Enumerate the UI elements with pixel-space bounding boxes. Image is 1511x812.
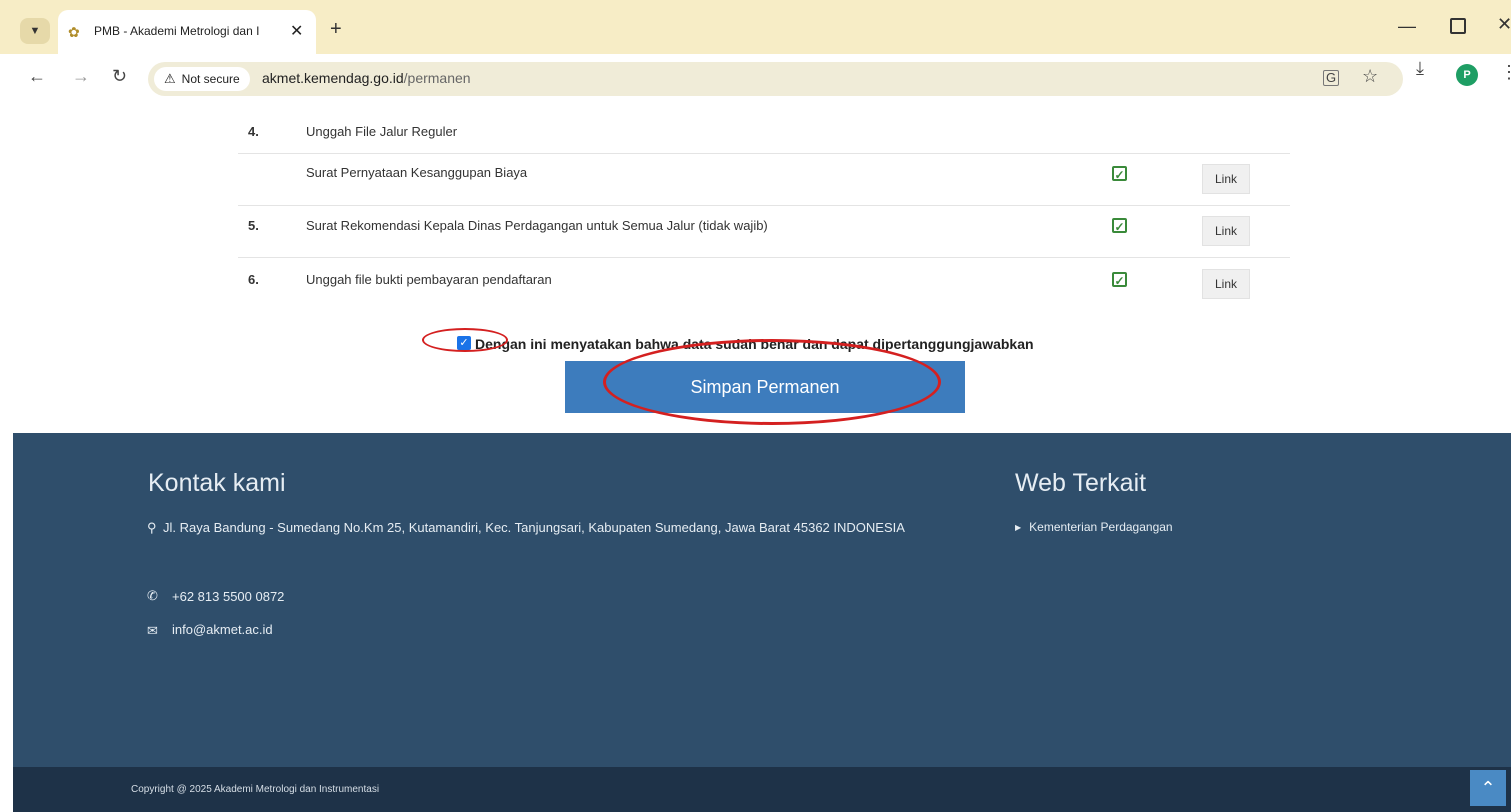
caret-right-icon: ▶ [1015, 523, 1022, 532]
security-label: Not secure [181, 72, 240, 86]
kebab-menu-icon[interactable]: ⋮ [1500, 62, 1511, 83]
table-row: Surat Pernyataan Kesanggupan Biaya ✓ Lin… [238, 153, 1290, 206]
warning-icon: ⚠ [164, 71, 176, 86]
checked-icon: ✓ [1112, 272, 1127, 288]
checked-icon: ✓ [1112, 166, 1127, 182]
address-bar[interactable]: ⚠ Not secure akmet.kemendag.go.id/perman… [148, 62, 1403, 96]
footer-address: Jl. Raya Bandung - Sumedang No.Km 25, Ku… [163, 520, 905, 535]
copyright-bar: Copyright @ 2025 Akademi Metrologi dan I… [13, 767, 1511, 812]
chevron-down-icon: ▼ [29, 25, 41, 37]
url-host: akmet.kemendag.go.id [262, 70, 404, 86]
table-row: 4. Unggah File Jalur Reguler [238, 110, 1290, 154]
footer-email[interactable]: info@akmet.ac.id [172, 622, 273, 637]
document-link-button[interactable]: Link [1202, 164, 1250, 194]
translate-icon[interactable]: G [1323, 70, 1340, 86]
tab-title: PMB - Akademi Metrologi dan I [94, 24, 260, 38]
minimize-icon[interactable]: — [1398, 16, 1416, 37]
new-tab-icon[interactable]: + [330, 18, 342, 41]
phone-icon: ✆ [147, 588, 158, 603]
table-row: 6. Unggah file bukti pembayaran pendafta… [238, 257, 1290, 309]
row-label: Unggah file bukti pembayaran pendaftaran [306, 272, 552, 287]
bookmark-star-icon[interactable]: ☆ [1362, 66, 1378, 87]
table-row: 5. Surat Rekomendasi Kepala Dinas Perdag… [238, 205, 1290, 258]
row-number: 6. [248, 272, 259, 287]
row-number: 5. [248, 218, 259, 233]
map-marker-icon: ⚲ [147, 520, 157, 535]
restore-icon[interactable] [1450, 18, 1466, 34]
row-number: 4. [248, 124, 259, 139]
download-icon[interactable]: ⤓ [1416, 58, 1424, 79]
document-link-button[interactable]: Link [1202, 216, 1250, 246]
row-label: Surat Pernyataan Kesanggupan Biaya [306, 165, 528, 180]
footer-link-label: Kementerian Perdagangan [1029, 520, 1173, 534]
web-terkait-heading: Web Terkait [1015, 469, 1147, 497]
footer-link-kementerian[interactable]: ▶ Kementerian Perdagangan [1015, 520, 1173, 534]
back-arrow-icon[interactable]: ← [28, 66, 46, 87]
tab-close-icon[interactable]: ✕ [290, 21, 303, 41]
contact-heading: Kontak kami [148, 469, 286, 497]
reload-icon[interactable]: ↻ [112, 66, 127, 87]
annotation-ellipse-button [603, 339, 941, 425]
scroll-to-top-button[interactable]: ⌃ [1470, 770, 1506, 806]
annotation-ellipse-checkbox [422, 328, 508, 352]
row-label: Surat Rekomendasi Kepala Dinas Perdagang… [306, 218, 768, 233]
akmet-logo-icon: ✿ [68, 24, 80, 40]
url-text[interactable]: akmet.kemendag.go.id/permanen [262, 70, 471, 86]
forward-arrow-icon[interactable]: → [72, 66, 90, 87]
site-footer: Kontak kami ⚲ Jl. Raya Bandung - Sumedan… [13, 433, 1511, 767]
chevron-up-icon: ⌃ [1480, 777, 1496, 798]
browser-tab[interactable]: ✿ PMB - Akademi Metrologi dan I ✕ [58, 10, 316, 54]
security-chip[interactable]: ⚠ Not secure [154, 67, 250, 91]
window-close-icon[interactable]: ✕ [1497, 14, 1511, 35]
document-link-button[interactable]: Link [1202, 269, 1250, 299]
tab-search-button[interactable]: ▼ [20, 18, 50, 44]
url-path: /permanen [403, 70, 471, 86]
checked-icon: ✓ [1112, 218, 1127, 234]
browser-toolbar: ← → ↻ ⚠ Not secure akmet.kemendag.go.id/… [0, 54, 1511, 104]
envelope-icon: ✉ [147, 623, 158, 638]
row-label: Unggah File Jalur Reguler [306, 124, 458, 139]
footer-phone: +62 813 5500 0872 [172, 589, 285, 604]
profile-avatar[interactable]: P [1456, 64, 1478, 86]
browser-tabstrip: ▼ ✿ PMB - Akademi Metrologi dan I ✕ + — … [0, 0, 1511, 54]
copyright-text: Copyright @ 2025 Akademi Metrologi dan I… [131, 784, 380, 795]
